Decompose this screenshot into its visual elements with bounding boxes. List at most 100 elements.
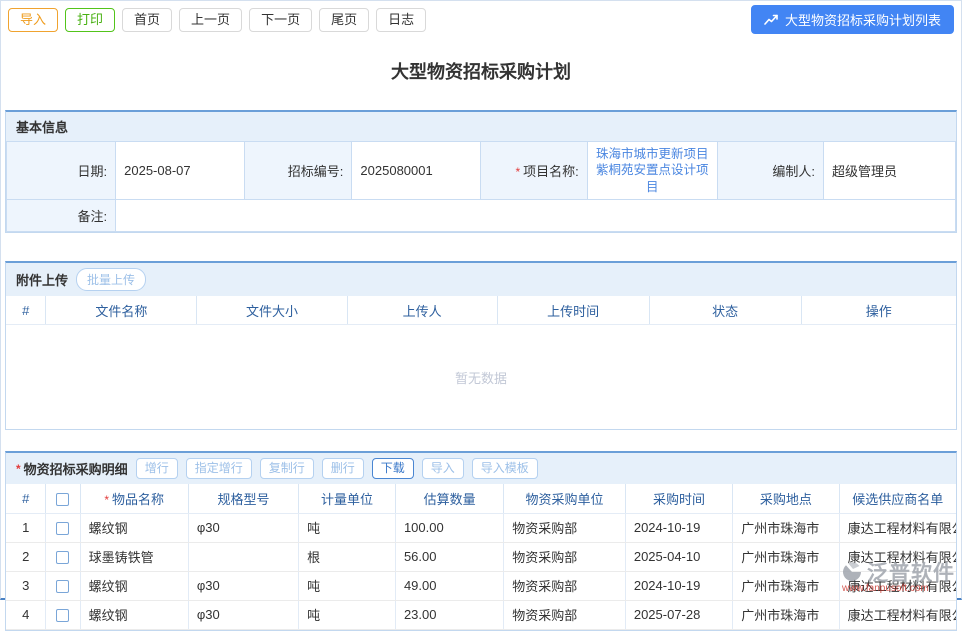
row-checkbox[interactable] bbox=[56, 551, 69, 564]
basic-info-section: 基本信息 日期: 2025-08-07 招标编号: 2025080001 *项目… bbox=[5, 110, 957, 233]
cell-supplier[interactable]: 康达工程材料有限公 bbox=[839, 571, 956, 600]
attachments-section: 附件上传 批量上传 # 文件名称 文件大小 上传人 上传时间 状态 操作 暂无数… bbox=[5, 261, 957, 431]
cell-unit[interactable]: 吨 bbox=[299, 600, 396, 629]
table-row: 3 螺纹钢 φ30 吨 49.00 物资采购部 2024-10-19 广州市珠海… bbox=[6, 571, 956, 600]
attachments-table-header-row: # 文件名称 文件大小 上传人 上传时间 状态 操作 bbox=[6, 296, 956, 325]
row-index: 3 bbox=[6, 571, 46, 600]
trend-arrow-icon bbox=[764, 14, 779, 26]
attach-col-status: 状态 bbox=[649, 296, 801, 325]
cell-dept[interactable]: 物资采购部 bbox=[504, 571, 626, 600]
basic-info-header: 基本信息 bbox=[6, 112, 956, 141]
attach-col-uploadtime: 上传时间 bbox=[497, 296, 649, 325]
first-page-button[interactable]: 首页 bbox=[122, 8, 172, 32]
remark-value[interactable] bbox=[116, 199, 956, 231]
cell-item-name[interactable]: 螺纹钢 bbox=[80, 600, 188, 629]
plan-list-button[interactable]: 大型物资招标采购计划列表 bbox=[751, 5, 954, 34]
attachments-table: # 文件名称 文件大小 上传人 上传时间 状态 操作 bbox=[6, 296, 956, 326]
detail-section: * 物资招标采购明细 增行 指定增行 复制行 删行 下载 导入 导入模板 # *… bbox=[5, 451, 957, 631]
detail-col-qty: 估算数量 bbox=[395, 484, 503, 513]
procurement-plan-page: { "page": { "title": "大型物资招标采购计划" }, "to… bbox=[0, 0, 962, 600]
import-button[interactable]: 导入 bbox=[8, 8, 58, 32]
detail-section-title-wrap: * 物资招标采购明细 bbox=[16, 459, 128, 478]
cell-qty[interactable]: 100.00 bbox=[395, 513, 503, 542]
insert-row-button[interactable]: 指定增行 bbox=[186, 458, 252, 479]
cell-supplier[interactable]: 康达工程材料有限公 bbox=[839, 600, 956, 629]
row-index: 4 bbox=[6, 600, 46, 629]
last-page-button[interactable]: 尾页 bbox=[319, 8, 369, 32]
log-button[interactable]: 日志 bbox=[376, 8, 426, 32]
cell-place[interactable]: 广州市珠海市 bbox=[733, 513, 839, 542]
cell-spec[interactable] bbox=[188, 542, 298, 571]
cell-qty[interactable]: 23.00 bbox=[395, 600, 503, 629]
cell-qty[interactable]: 56.00 bbox=[395, 542, 503, 571]
import-template-button[interactable]: 导入模板 bbox=[472, 458, 538, 479]
table-row: 4 螺纹钢 φ30 吨 23.00 物资采购部 2025-07-28 广州市珠海… bbox=[6, 600, 956, 629]
bid-no-value[interactable]: 2025080001 bbox=[352, 142, 481, 200]
attach-col-filename: 文件名称 bbox=[46, 296, 197, 325]
cell-time[interactable]: 2025-04-10 bbox=[625, 542, 732, 571]
cell-unit[interactable]: 根 bbox=[299, 542, 396, 571]
cell-item-name[interactable]: 球墨铸铁管 bbox=[80, 542, 188, 571]
row-index: 2 bbox=[6, 542, 46, 571]
toolbar: 导入 打印 首页 上一页 下一页 尾页 日志 大型物资招标采购计划列表 bbox=[1, 1, 961, 38]
copy-row-button[interactable]: 复制行 bbox=[260, 458, 314, 479]
table-row: 1 螺纹钢 φ30 吨 100.00 物资采购部 2024-10-19 广州市珠… bbox=[6, 513, 956, 542]
cell-supplier[interactable]: 康达工程材料有限公 bbox=[839, 513, 956, 542]
cell-unit[interactable]: 吨 bbox=[299, 513, 396, 542]
cell-place[interactable]: 广州市珠海市 bbox=[733, 542, 839, 571]
required-marker: * bbox=[104, 493, 109, 507]
detail-col-item-name: *物品名称 bbox=[80, 484, 188, 513]
cell-spec[interactable]: φ30 bbox=[188, 571, 298, 600]
project-name-value: 珠海市城市更新项目紫桐苑安置点设计项目 bbox=[587, 142, 717, 200]
project-name-label: *项目名称: bbox=[481, 142, 587, 200]
detail-col-spec: 规格型号 bbox=[188, 484, 298, 513]
cell-time[interactable]: 2024-10-19 bbox=[625, 513, 732, 542]
row-checkbox[interactable] bbox=[56, 580, 69, 593]
delete-row-button[interactable]: 删行 bbox=[322, 458, 364, 479]
date-label: 日期: bbox=[7, 142, 116, 200]
batch-upload-button[interactable]: 批量上传 bbox=[76, 268, 146, 291]
download-button[interactable]: 下载 bbox=[372, 458, 414, 479]
select-all-checkbox[interactable] bbox=[56, 493, 69, 506]
attach-col-index: # bbox=[6, 296, 46, 325]
cell-item-name[interactable]: 螺纹钢 bbox=[80, 571, 188, 600]
date-value[interactable]: 2025-08-07 bbox=[116, 142, 245, 200]
page-title: 大型物资招标采购计划 bbox=[1, 58, 961, 84]
cell-place[interactable]: 广州市珠海市 bbox=[733, 600, 839, 629]
cell-time[interactable]: 2025-07-28 bbox=[625, 600, 732, 629]
detail-col-supplier: 候选供应商名单 bbox=[839, 484, 956, 513]
row-checkbox[interactable] bbox=[56, 609, 69, 622]
cell-time[interactable]: 2024-10-19 bbox=[625, 571, 732, 600]
next-page-button[interactable]: 下一页 bbox=[249, 8, 312, 32]
detail-col-time: 采购时间 bbox=[625, 484, 732, 513]
cell-dept[interactable]: 物资采购部 bbox=[504, 542, 626, 571]
cell-supplier[interactable]: 康达工程材料有限公 bbox=[839, 542, 956, 571]
add-row-button[interactable]: 增行 bbox=[136, 458, 178, 479]
cell-qty[interactable]: 49.00 bbox=[395, 571, 503, 600]
creator-value: 超级管理员 bbox=[824, 142, 956, 200]
cell-place[interactable]: 广州市珠海市 bbox=[733, 571, 839, 600]
detail-section-header: * 物资招标采购明细 增行 指定增行 复制行 删行 下载 导入 导入模板 bbox=[6, 453, 956, 484]
basic-info-title: 基本信息 bbox=[16, 117, 68, 136]
detail-import-button[interactable]: 导入 bbox=[422, 458, 464, 479]
basic-info-table: 日期: 2025-08-07 招标编号: 2025080001 *项目名称: 珠… bbox=[6, 141, 956, 232]
cell-item-name[interactable]: 螺纹钢 bbox=[80, 513, 188, 542]
print-button[interactable]: 打印 bbox=[65, 8, 115, 32]
attach-col-actions: 操作 bbox=[801, 296, 956, 325]
prev-page-button[interactable]: 上一页 bbox=[179, 8, 242, 32]
cell-dept[interactable]: 物资采购部 bbox=[504, 600, 626, 629]
attach-col-uploader: 上传人 bbox=[347, 296, 497, 325]
cell-spec[interactable]: φ30 bbox=[188, 600, 298, 629]
detail-col-place: 采购地点 bbox=[733, 484, 839, 513]
cell-dept[interactable]: 物资采购部 bbox=[504, 513, 626, 542]
detail-col-dept: 物资采购单位 bbox=[504, 484, 626, 513]
project-name-link[interactable]: 珠海市城市更新项目紫桐苑安置点设计项目 bbox=[596, 146, 709, 195]
row-checkbox[interactable] bbox=[56, 522, 69, 535]
bid-no-label: 招标编号: bbox=[245, 142, 352, 200]
attach-col-filesize: 文件大小 bbox=[197, 296, 347, 325]
plan-list-button-label: 大型物资招标采购计划列表 bbox=[785, 10, 941, 29]
cell-spec[interactable]: φ30 bbox=[188, 513, 298, 542]
detail-table-header-row: # *物品名称 规格型号 计量单位 估算数量 物资采购单位 采购时间 采购地点 … bbox=[6, 484, 956, 513]
detail-col-index: # bbox=[6, 484, 46, 513]
cell-unit[interactable]: 吨 bbox=[299, 571, 396, 600]
